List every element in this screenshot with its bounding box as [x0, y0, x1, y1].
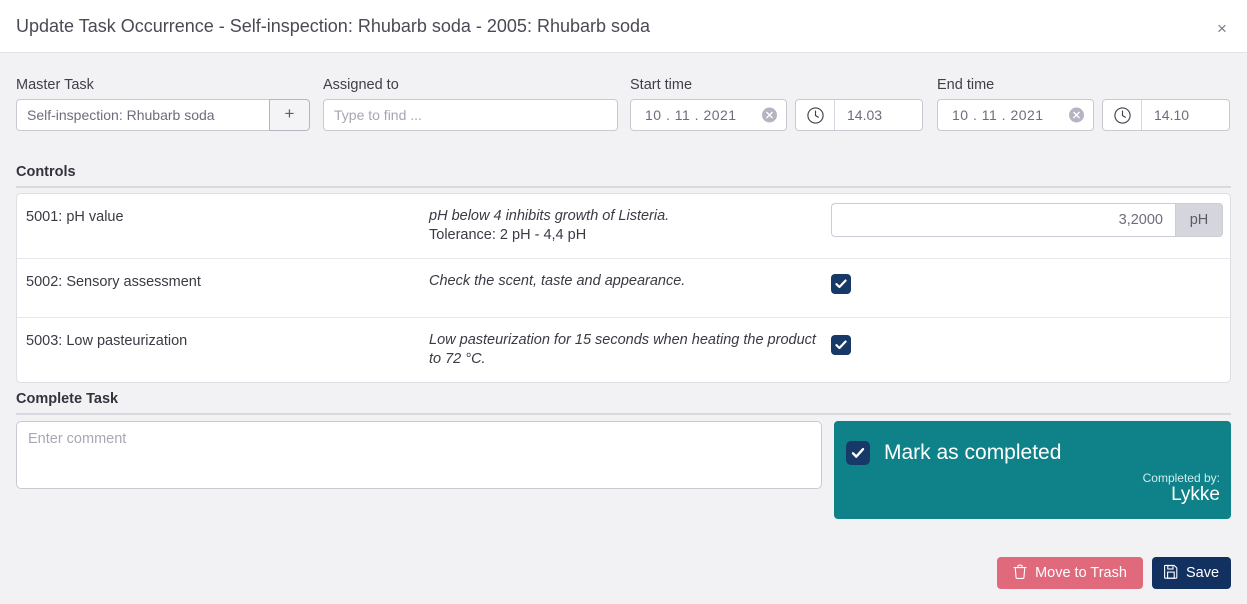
mark-as-completed-label: Mark as completed — [884, 441, 1061, 465]
divider — [16, 186, 1231, 188]
add-master-task-button[interactable]: + — [269, 99, 310, 131]
control-tolerance: Tolerance: 2 pH - 4,4 pH — [429, 227, 586, 243]
end-time-input[interactable]: 14.10 — [1102, 99, 1230, 131]
start-time-input[interactable]: 14.03 — [795, 99, 923, 131]
end-time-value: 14.10 — [1142, 107, 1189, 123]
save-label: Save — [1186, 565, 1219, 581]
control-checkbox-sensory[interactable] — [831, 274, 851, 294]
control-description: Low pasteurization for 15 seconds when h… — [429, 331, 831, 369]
start-time-label: Start time — [630, 77, 923, 93]
start-date-input[interactable]: 10 . 11 . 2021 — [630, 99, 787, 131]
master-task-input[interactable] — [16, 99, 269, 131]
control-description: pH below 4 inhibits growth of Listeria. … — [429, 207, 831, 245]
clear-icon[interactable] — [1069, 108, 1084, 123]
move-to-trash-button[interactable]: Move to Trash — [997, 557, 1143, 589]
control-description-italic: pH below 4 inhibits growth of Listeria. — [429, 208, 669, 224]
assigned-to-label: Assigned to — [323, 77, 618, 93]
modal-header: Update Task Occurrence - Self-inspection… — [0, 0, 1247, 53]
control-name: 5001: pH value — [17, 207, 429, 228]
control-action — [831, 331, 1230, 355]
master-task-label: Master Task — [16, 77, 310, 93]
table-row: 5003: Low pasteurization Low pasteurizat… — [17, 318, 1230, 382]
control-checkbox-pasteurization[interactable] — [831, 335, 851, 355]
task-form-row: Master Task + Assigned to Start time 10 … — [0, 53, 1247, 148]
control-name: 5003: Low pasteurization — [17, 331, 429, 352]
end-date-input[interactable]: 10 . 11 . 2021 — [937, 99, 1094, 131]
end-date-value: 10 . 11 . 2021 — [938, 107, 1044, 123]
master-task-group: Master Task + — [16, 77, 310, 131]
table-row: 5001: pH value pH below 4 inhibits growt… — [17, 194, 1230, 259]
table-row: 5002: Sensory assessment Check the scent… — [17, 259, 1230, 318]
controls-panel: 5001: pH value pH below 4 inhibits growt… — [16, 193, 1231, 383]
control-action — [831, 272, 1230, 294]
move-to-trash-label: Move to Trash — [1035, 565, 1127, 581]
clear-icon[interactable] — [762, 108, 777, 123]
page-title: Update Task Occurrence - Self-inspection… — [16, 16, 650, 37]
start-date-value: 10 . 11 . 2021 — [631, 107, 737, 123]
completed-by-label: Completed by: — [1143, 471, 1220, 485]
ph-value-input[interactable] — [831, 203, 1175, 237]
mark-as-completed-checkbox[interactable] — [846, 441, 870, 465]
save-icon — [1164, 564, 1178, 583]
complete-task-heading: Complete Task — [16, 391, 118, 407]
start-time-group: Start time 10 . 11 . 2021 14.03 — [630, 77, 923, 131]
control-action: pH — [831, 207, 1230, 237]
assigned-to-input[interactable] — [323, 99, 618, 131]
assigned-to-group: Assigned to — [323, 77, 618, 131]
clock-icon — [806, 106, 825, 125]
ph-unit-addon: pH — [1175, 203, 1223, 237]
end-time-label: End time — [937, 77, 1230, 93]
close-icon[interactable]: × — [1209, 16, 1235, 40]
controls-heading: Controls — [16, 164, 76, 180]
completed-by-user: Lykke — [1171, 484, 1220, 506]
trash-icon — [1013, 564, 1027, 583]
control-name: 5002: Sensory assessment — [17, 272, 429, 293]
mark-as-completed-panel[interactable]: Mark as completed Completed by: Lykke — [834, 421, 1231, 519]
control-description: Check the scent, taste and appearance. — [429, 272, 831, 291]
comment-input[interactable] — [16, 421, 822, 489]
start-time-value: 14.03 — [835, 107, 882, 123]
end-time-group: End time 10 . 11 . 2021 14.10 — [937, 77, 1230, 131]
divider — [16, 413, 1231, 415]
clock-icon — [1113, 106, 1132, 125]
save-button[interactable]: Save — [1152, 557, 1231, 589]
